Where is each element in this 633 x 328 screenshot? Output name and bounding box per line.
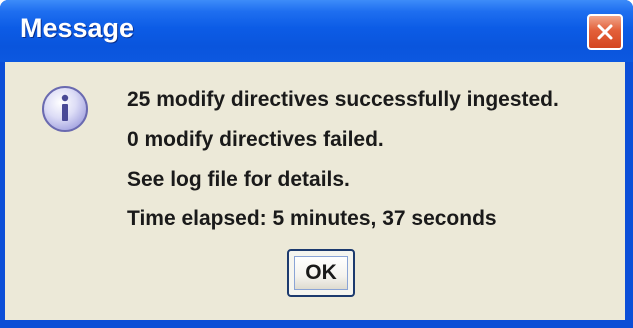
window-title: Message [20,13,135,43]
message-line-ingested: 25 modify directives successfully ingest… [127,88,559,111]
close-icon [597,24,613,40]
ok-button[interactable]: OK [287,249,355,297]
dialog-body: 25 modify directives successfully ingest… [5,62,625,320]
information-icon [42,86,88,132]
close-button[interactable] [587,14,623,50]
message-line-log: See log file for details. [127,168,350,191]
window-bottom-border [0,320,633,328]
title-bar[interactable]: Message [0,0,633,62]
ok-button-label: OK [294,256,348,290]
message-line-failed: 0 modify directives failed. [127,128,384,151]
message-dialog: Message 25 modify directives successfull… [0,0,633,328]
message-line-elapsed: Time elapsed: 5 minutes, 37 seconds [127,207,497,230]
